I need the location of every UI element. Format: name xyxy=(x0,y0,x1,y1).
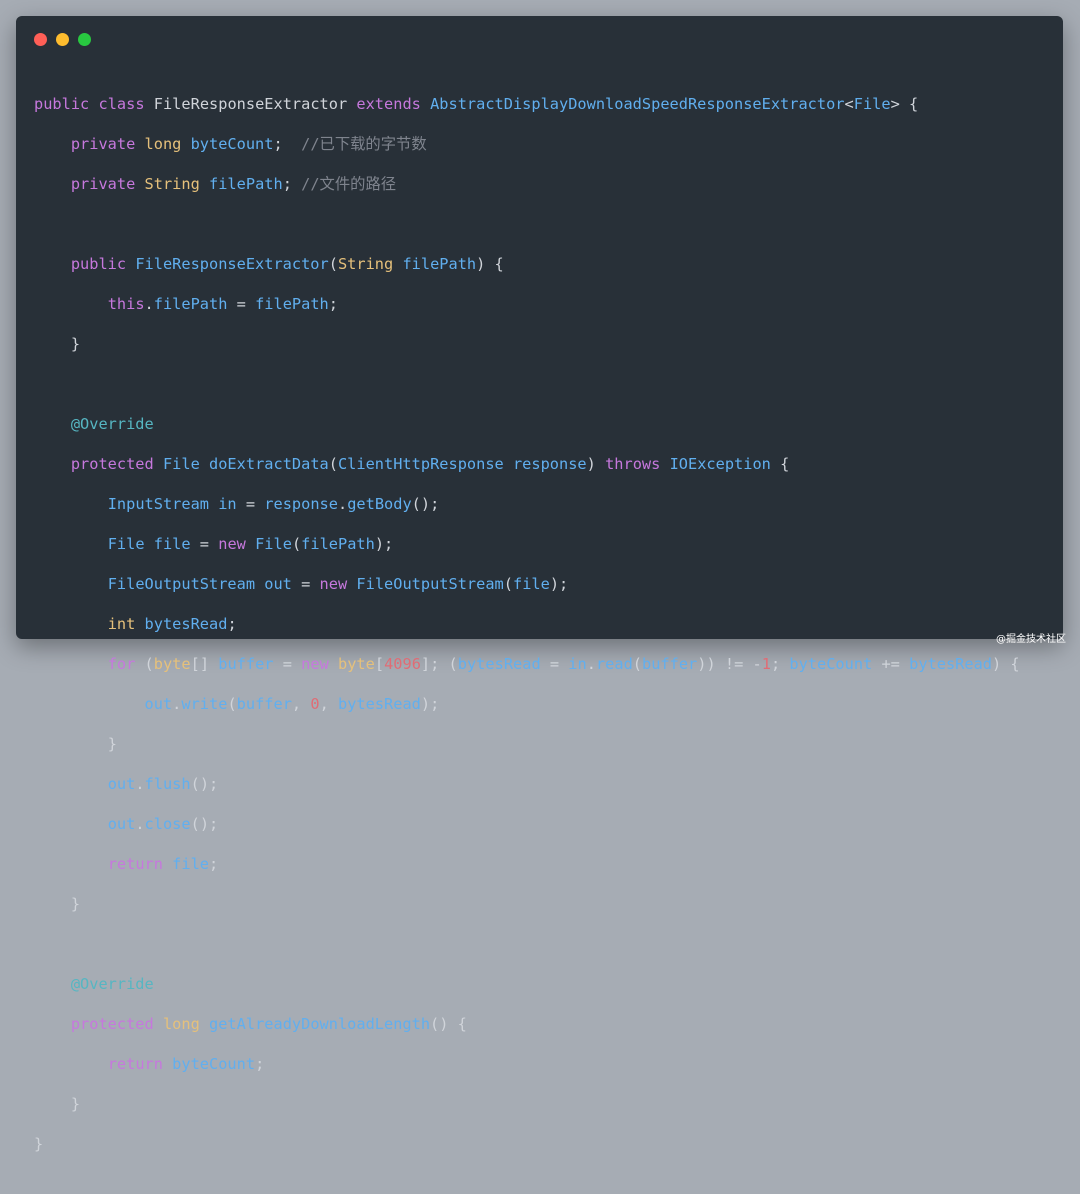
code-line: FileOutputStream out = new FileOutputStr… xyxy=(107,575,569,593)
code-line: return file; xyxy=(107,855,219,873)
code-line: return byteCount; xyxy=(107,1055,265,1073)
code-line: } xyxy=(70,895,81,913)
code-line: @Override xyxy=(70,975,154,993)
code-line: @Override xyxy=(70,415,154,433)
code-line: File file = new File(filePath); xyxy=(107,535,394,553)
code-line: protected long getAlreadyDownloadLength(… xyxy=(70,1015,467,1033)
minimize-dot-icon[interactable] xyxy=(56,33,69,46)
code-window: public class FileResponseExtractor exten… xyxy=(16,16,1063,1153)
code-line: } xyxy=(70,1095,81,1113)
code-line: } xyxy=(107,735,117,753)
code-line: int bytesRead; xyxy=(107,615,237,633)
code-line: this.filePath = filePath; xyxy=(107,295,338,313)
code-line: out.close(); xyxy=(107,815,219,833)
close-dot-icon[interactable] xyxy=(34,33,47,46)
code-line: for (byte[] buffer = new byte[4096]; (by… xyxy=(107,655,1020,673)
zoom-dot-icon[interactable] xyxy=(78,33,91,46)
code-line: } xyxy=(34,1135,44,1153)
window-controls xyxy=(34,33,91,46)
code-line: } xyxy=(70,335,81,353)
code-line: public FileResponseExtractor(String file… xyxy=(70,255,504,273)
code-line: protected File doExtractData(ClientHttpR… xyxy=(70,455,790,473)
code-line: InputStream in = response.getBody(); xyxy=(107,495,440,513)
code-block: public class FileResponseExtractor exten… xyxy=(34,74,1020,1194)
watermark: @掘金技术社区 xyxy=(996,634,1066,645)
code-line: private String filePath; //文件的路径 xyxy=(70,175,397,193)
code-line: private long byteCount; //已下载的字节数 xyxy=(70,135,427,153)
code-line: out.flush(); xyxy=(107,775,219,793)
code-line: public class FileResponseExtractor exten… xyxy=(34,95,919,113)
code-line: out.write(buffer, 0, bytesRead); xyxy=(144,695,440,713)
